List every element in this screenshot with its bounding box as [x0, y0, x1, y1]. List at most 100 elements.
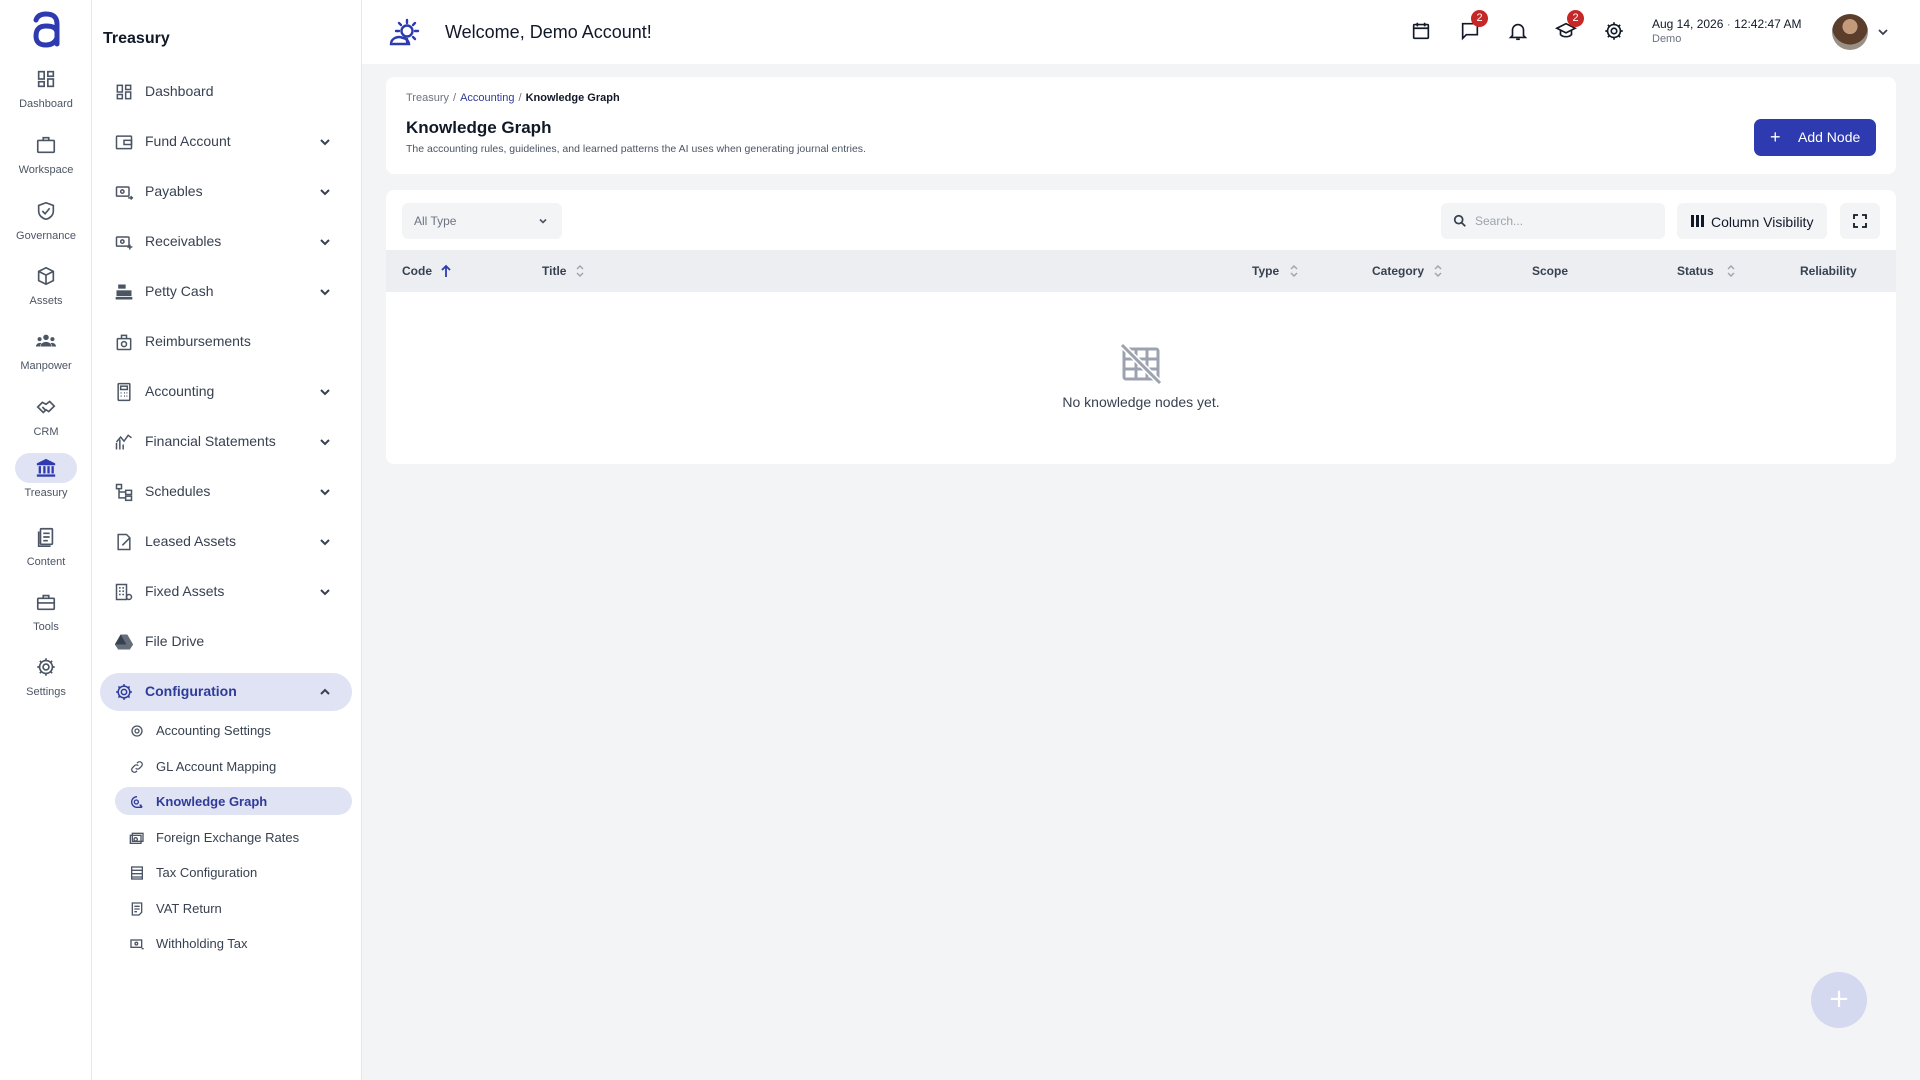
columns-icon — [1691, 215, 1704, 227]
chevron-down-icon — [320, 239, 330, 246]
dashboard-icon — [15, 64, 77, 94]
app-logo-icon[interactable] — [28, 10, 64, 50]
document-icon — [15, 522, 77, 552]
rail-item-workspace[interactable]: Workspace — [0, 130, 92, 190]
knowledge-table-card: All Type Column Visibility Code Title Ty… — [386, 190, 1896, 464]
payment-icon — [130, 939, 144, 950]
sidebar-item-file-drive[interactable]: File Drive — [100, 623, 352, 661]
chevron-down-icon — [320, 439, 330, 446]
fullscreen-button[interactable] — [1840, 203, 1880, 239]
breadcrumb-accounting[interactable]: Accounting — [460, 92, 514, 104]
sidebar-item-schedules[interactable]: Schedules — [100, 473, 352, 511]
settings-gear-icon[interactable] — [1603, 20, 1625, 42]
chevron-down-icon — [539, 218, 547, 224]
floating-add-button[interactable]: + — [1811, 972, 1867, 1028]
sidebar-item-label: Reimbursements — [145, 333, 251, 349]
bell-icon[interactable] — [1507, 20, 1529, 42]
datetime-separator: · — [1726, 17, 1731, 31]
search-input[interactable] — [1475, 212, 1655, 230]
empty-state: No knowledge nodes yet. — [386, 342, 1896, 410]
sidebar-item-reimbursements[interactable]: Reimbursements — [100, 323, 352, 361]
avatar[interactable] — [1832, 14, 1868, 50]
column-visibility-button[interactable]: Column Visibility — [1677, 203, 1827, 239]
column-header-code[interactable]: Code — [402, 264, 451, 278]
sidebar-subitem-vat-return[interactable]: VAT Return — [115, 894, 352, 922]
rail-label: Assets — [29, 295, 63, 307]
column-header-label: Scope — [1532, 264, 1569, 278]
calculator-icon — [117, 382, 131, 402]
rail-item-dashboard[interactable]: Dashboard — [0, 64, 92, 124]
sidebar-item-label: Petty Cash — [145, 283, 214, 299]
toolbox-icon — [15, 587, 77, 617]
sidebar-item-financial-statements[interactable]: Financial Statements — [100, 423, 352, 461]
sidebar-item-petty-cash[interactable]: Petty Cash — [100, 273, 352, 311]
column-header-category[interactable]: Category — [1372, 264, 1442, 278]
breadcrumb-treasury[interactable]: Treasury — [406, 92, 449, 104]
sidebar-item-label: Fund Account — [145, 133, 231, 149]
sidebar-item-accounting[interactable]: Accounting — [100, 373, 352, 411]
rail-item-assets[interactable]: Assets — [0, 261, 92, 321]
gear-icon — [15, 652, 77, 682]
sidebar-subitem-knowledge-graph[interactable]: Knowledge Graph — [115, 787, 352, 815]
rail-item-settings[interactable]: Settings — [0, 652, 92, 712]
breadcrumb-current: Knowledge Graph — [525, 92, 620, 104]
rail-item-content[interactable]: Content — [0, 522, 92, 582]
people-icon — [15, 326, 77, 356]
sidebar-item-dashboard[interactable]: Dashboard — [100, 73, 352, 111]
chevron-down-icon — [320, 539, 330, 546]
column-header-label: Code — [402, 264, 432, 278]
rail-item-treasury[interactable]: Treasury — [0, 453, 92, 513]
column-header-type[interactable]: Type — [1252, 264, 1298, 278]
no-data-grid-icon — [1119, 342, 1163, 386]
sidebar-subitem-tax-configuration[interactable]: Tax Configuration — [115, 858, 352, 886]
sidebar-subitem-accounting-settings[interactable]: Accounting Settings — [115, 716, 352, 744]
sidebar-item-label: Receivables — [145, 233, 222, 249]
rail-item-manpower[interactable]: Manpower — [0, 326, 92, 386]
rail-label: Treasury — [24, 487, 68, 499]
rail-label: Dashboard — [19, 98, 73, 110]
sidebar-item-label: Financial Statements — [145, 433, 276, 449]
rail-item-governance[interactable]: Governance — [0, 196, 92, 256]
breadcrumb-separator: / — [518, 92, 522, 104]
column-header-status[interactable]: Status — [1677, 264, 1735, 278]
chat-icon[interactable]: 2 — [1459, 10, 1488, 42]
type-filter-select[interactable]: All Type — [402, 203, 562, 239]
chevron-down-icon[interactable] — [1877, 26, 1889, 38]
sidebar-subitem-withholding-tax[interactable]: Withholding Tax — [115, 929, 352, 957]
sidebar-subitem-label: GL Account Mapping — [156, 759, 277, 774]
column-visibility-label: Column Visibility — [1711, 214, 1814, 230]
chevron-down-icon — [320, 389, 330, 396]
payment-out-icon — [115, 186, 134, 201]
rail-item-tools[interactable]: Tools — [0, 587, 92, 647]
graduation-cap-icon[interactable]: 2 — [1554, 10, 1584, 42]
sidebar-item-leased-assets[interactable]: Leased Assets — [100, 523, 352, 561]
add-node-button[interactable]: + Add Node — [1754, 119, 1876, 156]
handshake-icon — [15, 392, 77, 422]
column-header-label: Category — [1372, 264, 1425, 278]
gear-icon — [116, 684, 132, 700]
briefcase-icon — [15, 130, 77, 160]
learning-badge: 2 — [1567, 10, 1584, 27]
sidebar-item-payables[interactable]: Payables — [100, 173, 352, 211]
sort-icon — [576, 265, 584, 277]
currency-exchange-icon — [129, 832, 144, 844]
column-header-title[interactable]: Title — [542, 264, 584, 278]
payment-in-icon — [115, 236, 133, 250]
sidebar-item-receivables[interactable]: Receivables — [100, 223, 352, 261]
sidebar-subitem-gl-account-mapping[interactable]: GL Account Mapping — [115, 752, 352, 780]
sidebar-subitem-label: Accounting Settings — [156, 723, 271, 738]
sidebar-item-fixed-assets[interactable]: Fixed Assets — [100, 573, 352, 611]
sidebar-item-fund-account[interactable]: Fund Account — [100, 123, 352, 161]
rail-label: Settings — [26, 686, 66, 698]
sort-icon — [1290, 265, 1298, 277]
sidebar-item-label: Fixed Assets — [145, 583, 225, 599]
sidebar-subitem-foreign-exchange-rates[interactable]: Foreign Exchange Rates — [115, 823, 352, 851]
brain-icon — [131, 796, 143, 808]
lease-icon — [117, 533, 131, 551]
sidebar-item-configuration[interactable]: Configuration — [100, 673, 352, 711]
receipt-icon — [131, 902, 143, 916]
sidebar-item-label: Leased Assets — [145, 533, 237, 549]
page-description: The accounting rules, guidelines, and le… — [406, 143, 866, 155]
rail-item-crm[interactable]: CRM — [0, 392, 92, 452]
calendar-icon[interactable] — [1410, 20, 1432, 42]
